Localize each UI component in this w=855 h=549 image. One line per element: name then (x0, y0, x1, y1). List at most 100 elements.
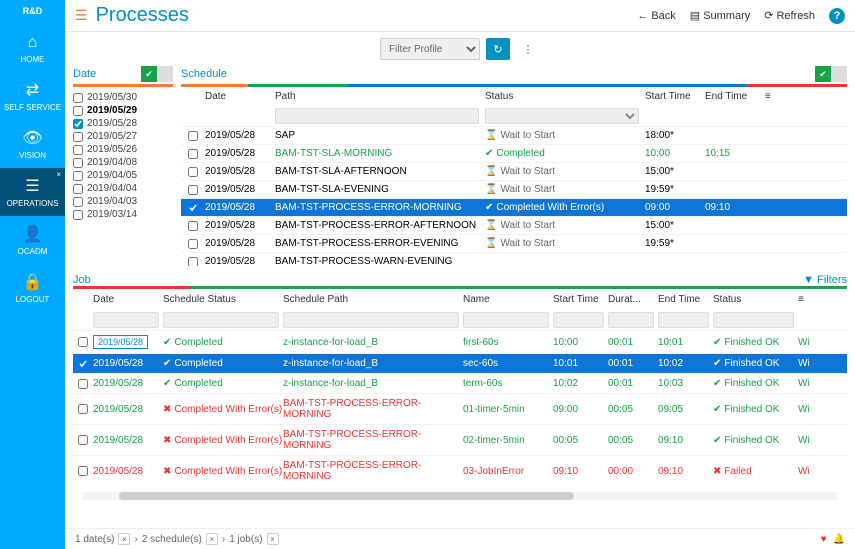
filter-bar: Filter Profile ↻ ⋮ (65, 32, 855, 66)
job-sstatus-filter[interactable] (163, 312, 279, 328)
row-checkbox[interactable] (188, 239, 198, 249)
schedule-row[interactable]: 2019/05/28BAM-TST-PROCESS-WARN-EVENING (181, 252, 847, 266)
date-toggle[interactable]: ✔ (141, 66, 173, 82)
schedule-row[interactable]: 2019/05/28BAM-TST-PROCESS-ERROR-MORNING✔… (181, 198, 847, 216)
bell-icon[interactable]: 🔔 (833, 534, 845, 545)
schedule-toggle[interactable]: ✔ (815, 66, 847, 82)
job-row[interactable]: 2019/05/28✖Completed With Error(s)BAM-TS… (73, 424, 847, 455)
loop-icon[interactable]: ↻ (486, 38, 510, 60)
row-checkbox[interactable] (78, 435, 88, 445)
status-icon: ✔ (713, 435, 721, 446)
nav-icon: 👁 (22, 128, 42, 148)
filter-icon: ▼ (803, 274, 814, 286)
date-item[interactable]: 2019/04/04 (73, 182, 173, 195)
row-checkbox[interactable] (78, 359, 88, 369)
job-row[interactable]: 2019/05/28✔Completedz-instance-for-load_… (73, 353, 847, 373)
filter-profile-select[interactable]: Filter Profile (380, 38, 480, 60)
schedule-row[interactable]: 2019/05/28SAP⌛Wait to Start18:00* (181, 126, 847, 144)
schedule-row[interactable]: 2019/05/28BAM-TST-PROCESS-ERROR-AFTERNOO… (181, 216, 847, 234)
date-item[interactable]: 2019/04/03 (73, 195, 173, 208)
date-item[interactable]: 2019/04/05 (73, 169, 173, 182)
col-date: Date (205, 91, 275, 102)
date-checkbox[interactable] (73, 171, 83, 181)
date-checkbox[interactable] (73, 106, 83, 116)
row-checkbox[interactable] (78, 404, 88, 414)
job-end-filter[interactable] (658, 312, 709, 328)
menu-icon[interactable]: ≡ (798, 294, 818, 305)
date-item[interactable]: 2019/03/14 (73, 208, 173, 221)
back-button[interactable]: ← Back (637, 10, 675, 22)
status-icon: ✔ (163, 358, 171, 369)
job-row[interactable]: 2019/05/28✔Completedz-instance-for-load_… (73, 330, 847, 353)
col-start: Start Time (645, 91, 705, 102)
job-dur-filter[interactable] (608, 312, 654, 328)
nav-home[interactable]: ⌂HOME (0, 26, 65, 72)
schedule-row[interactable]: 2019/05/28BAM-TST-SLA-EVENING⌛Wait to St… (181, 180, 847, 198)
nav-operations[interactable]: ×☰OPERATIONS (0, 168, 65, 216)
heart-icon[interactable]: ♥ (821, 534, 827, 545)
date-item[interactable]: 2019/05/27 (73, 130, 173, 143)
job-name-filter[interactable] (463, 312, 549, 328)
job-start-filter[interactable] (553, 312, 604, 328)
date-item[interactable]: 2019/05/29 (73, 104, 173, 117)
row-checkbox[interactable] (78, 379, 88, 389)
status-icon: ✖ (163, 466, 171, 477)
nav-logout[interactable]: 🔒LOGOUT (0, 264, 65, 312)
horizontal-scrollbar[interactable] (81, 492, 839, 500)
menu-icon[interactable]: ☰ (75, 7, 88, 24)
refresh-button[interactable]: ⟳ Refresh (764, 9, 815, 22)
nav-self-service[interactable]: ⇄SELF SERVICE (0, 72, 65, 120)
row-checkbox[interactable] (188, 167, 198, 177)
col-path: Path (275, 91, 485, 102)
date-checkbox[interactable] (73, 119, 83, 129)
date-checkbox[interactable] (73, 210, 83, 220)
date-item[interactable]: 2019/05/26 (73, 143, 173, 156)
close-icon[interactable]: × (206, 533, 218, 545)
schedule-row[interactable]: 2019/05/28BAM-TST-SLA-AFTERNOON⌛Wait to … (181, 162, 847, 180)
menu-icon[interactable]: ≡ (765, 91, 785, 102)
close-icon[interactable]: × (267, 533, 279, 545)
filters-button[interactable]: ▼Filters (803, 274, 847, 286)
job-row[interactable]: 2019/05/28✔Completedz-instance-for-load_… (73, 373, 847, 393)
date-checkbox[interactable] (73, 197, 83, 207)
date-item[interactable]: 2019/05/30 (73, 91, 173, 104)
date-item[interactable]: 2019/05/28 (73, 117, 173, 130)
job-row[interactable]: 2019/05/28✖Completed With Error(s)BAM-TS… (73, 393, 847, 424)
titlebar: ☰ Processes ← Back ▤ Summary ⟳ Refresh ? (65, 0, 855, 32)
path-filter[interactable] (275, 108, 479, 124)
close-icon[interactable]: × (118, 533, 130, 545)
schedule-row[interactable]: 2019/05/28BAM-TST-PROCESS-ERROR-EVENING⌛… (181, 234, 847, 252)
job-row[interactable]: 2019/05/28✖Completed With Error(s)BAM-TS… (73, 455, 847, 486)
nav-icon: 🔒 (23, 272, 43, 292)
row-checkbox[interactable] (188, 203, 198, 213)
date-checkbox[interactable] (73, 184, 83, 194)
row-checkbox[interactable] (188, 149, 198, 159)
row-checkbox[interactable] (188, 131, 198, 141)
status-icon: ✔ (485, 148, 493, 159)
row-checkbox[interactable] (78, 337, 88, 347)
help-icon[interactable]: ? (829, 8, 845, 24)
job-spath-filter[interactable] (283, 312, 459, 328)
nav-icon: ⌂ (28, 34, 38, 52)
more-icon[interactable]: ⋮ (516, 38, 540, 60)
status-icon: ⌛ (485, 130, 497, 141)
schedule-row[interactable]: 2019/05/28BAM-TST-SLA-MORNING✔Completed1… (181, 144, 847, 162)
nav-vision[interactable]: 👁VISION (0, 120, 65, 168)
status-icon: ✖ (163, 435, 171, 446)
row-checkbox[interactable] (188, 221, 198, 231)
summary-button[interactable]: ▤ Summary (690, 9, 750, 22)
status-filter[interactable] (485, 108, 639, 124)
date-checkbox[interactable] (73, 93, 83, 103)
row-checkbox[interactable] (188, 185, 198, 195)
close-icon[interactable]: × (56, 170, 61, 179)
date-checkbox[interactable] (73, 132, 83, 142)
date-checkbox[interactable] (73, 145, 83, 155)
nav-ocadm[interactable]: 👤OCADM (0, 216, 65, 264)
job-status-filter[interactable] (713, 312, 794, 328)
row-checkbox[interactable] (188, 257, 198, 267)
nav-icon: ⇄ (26, 80, 39, 100)
date-checkbox[interactable] (73, 158, 83, 168)
job-date-filter[interactable] (93, 312, 159, 328)
date-item[interactable]: 2019/04/08 (73, 156, 173, 169)
row-checkbox[interactable] (78, 466, 88, 476)
